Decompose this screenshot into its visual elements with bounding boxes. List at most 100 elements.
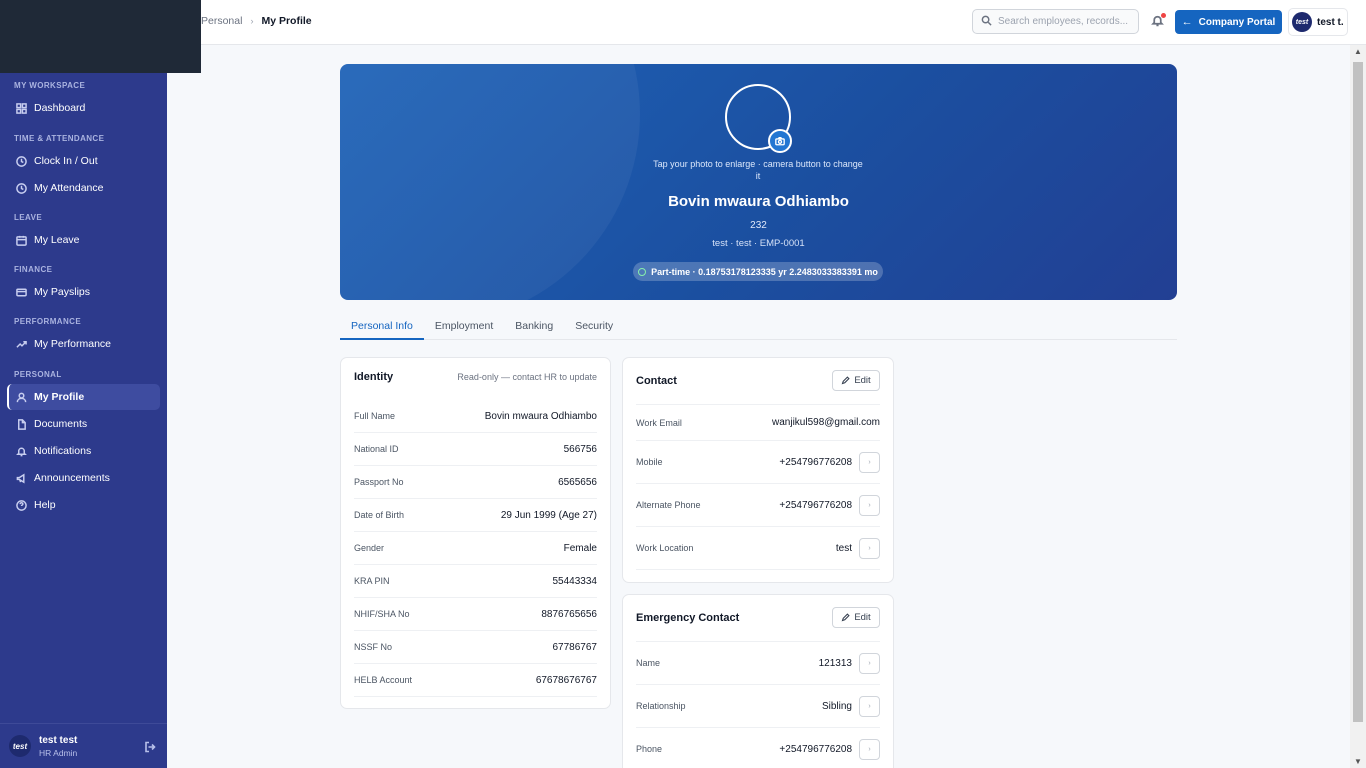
edit-field-button[interactable]: ›: [859, 451, 880, 473]
sidebar-item-my-payslips[interactable]: My Payslips: [7, 279, 160, 305]
table-row: Gender Female: [354, 532, 597, 565]
section-label-personal: PERSONAL: [14, 370, 62, 379]
logout-icon[interactable]: [144, 740, 156, 753]
card-title: Contact: [636, 374, 677, 387]
scroll-up-icon[interactable]: ▲: [1354, 47, 1362, 56]
account-name: test t.: [1317, 16, 1344, 28]
table-row: Work Email wanjikul598@gmail.com: [636, 405, 880, 441]
table-row: Passport No 6565656: [354, 466, 597, 499]
section-label-workspace: MY WORKSPACE: [14, 81, 86, 90]
emergency-rows: Name 121313 › Relationship Sibling › Phone +2…: [636, 641, 880, 768]
grid-icon: [15, 102, 27, 114]
sidebar-item-my-profile[interactable]: My Profile: [7, 384, 160, 410]
sidebar-logo-area: [0, 0, 201, 73]
tab-banking[interactable]: Banking: [504, 314, 564, 340]
sidebar-item-documents[interactable]: Documents: [7, 411, 160, 437]
user-name: test test: [39, 734, 78, 746]
table-row: National ID 566756: [354, 433, 597, 466]
search-box[interactable]: [972, 9, 1139, 34]
scroll-down-icon[interactable]: ▼: [1354, 757, 1362, 766]
table-row: Relationship Sibling ›: [636, 685, 880, 728]
search-input[interactable]: [998, 16, 1133, 27]
chevron-right-icon: ›: [250, 16, 254, 26]
sidebar-user: test test test HR Admin: [0, 723, 167, 768]
megaphone-icon: [15, 472, 27, 484]
pencil-icon: [841, 376, 850, 385]
sidebar-item-label: Dashboard: [34, 102, 86, 114]
section-label-finance: FINANCE: [14, 265, 53, 274]
topbar: Personal › My Profile ← Company Portal t…: [167, 0, 1366, 45]
sidebar-nav: MY WORKSPACE Dashboard TIME & ATTENDANCE…: [0, 80, 167, 518]
edit-field-button[interactable]: ›: [859, 652, 880, 674]
calendar-icon: [15, 234, 27, 246]
contact-rows: Work Email wanjikul598@gmail.com Mobile +2…: [636, 404, 880, 570]
sidebar-item-my-attendance[interactable]: My Attendance: [7, 175, 160, 201]
notification-dot: [1161, 13, 1166, 18]
sidebar-item-my-performance[interactable]: My Performance: [7, 331, 160, 357]
emergency-contact-card: Emergency Contact Edit Name 121313 › Relat…: [622, 594, 894, 768]
sidebar-item-label: My Payslips: [34, 286, 91, 298]
sidebar-item-label: Documents: [34, 418, 88, 430]
account-menu[interactable]: test test t.: [1288, 8, 1348, 36]
clock-icon: [15, 155, 27, 167]
help-icon: [15, 499, 27, 511]
identity-card: Identity Read-only — contact HR to updat…: [340, 357, 611, 709]
sidebar-item-clock-in-out[interactable]: Clock In / Out: [7, 148, 160, 174]
document-icon: [15, 418, 27, 430]
table-row: NSSF No 67786767: [354, 631, 597, 664]
table-row: Date of Birth 29 Jun 1999 (Age 27): [354, 499, 597, 532]
edit-field-button[interactable]: ›: [859, 494, 880, 516]
sidebar-item-my-leave[interactable]: My Leave: [7, 227, 160, 253]
breadcrumb-parent[interactable]: Personal: [201, 15, 242, 27]
breadcrumb: Personal › My Profile: [201, 15, 312, 27]
user-role: HR Admin: [39, 747, 78, 758]
section-label-leave: LEAVE: [14, 213, 43, 222]
sidebar: MY WORKSPACE Dashboard TIME & ATTENDANCE…: [0, 0, 167, 768]
sidebar-item-notifications[interactable]: Notifications: [7, 438, 160, 464]
camera-icon[interactable]: [768, 129, 792, 153]
sidebar-item-dashboard[interactable]: Dashboard: [7, 95, 160, 121]
user-icon: [15, 391, 27, 403]
employment-badge-text: Part-time · 0.18753178123335 yr 2.248303…: [651, 266, 878, 277]
sidebar-item-announcements[interactable]: Announcements: [7, 465, 160, 491]
scroll-thumb[interactable]: [1353, 62, 1363, 722]
profile-tabs: Personal Info Employment Banking Securit…: [340, 314, 1177, 340]
sidebar-item-label: Notifications: [34, 445, 92, 457]
sidebar-item-label: My Performance: [34, 338, 112, 350]
employee-number: 232: [750, 220, 767, 231]
sidebar-item-help[interactable]: Help: [7, 492, 160, 518]
tab-employment[interactable]: Employment: [424, 314, 504, 340]
company-portal-button[interactable]: ← Company Portal: [1175, 10, 1282, 34]
edit-emergency-button[interactable]: Edit: [832, 607, 880, 628]
breadcrumb-current: My Profile: [261, 15, 312, 27]
table-row: Full Name Bovin mwaura Odhiambo: [354, 400, 597, 433]
table-row: HELB Account 67678676767: [354, 664, 597, 697]
tab-personal-info[interactable]: Personal Info: [340, 314, 424, 340]
trend-icon: [15, 338, 27, 350]
contact-card: Contact Edit Work Email wanjikul598@gmail…: [622, 357, 894, 583]
card-icon: [15, 286, 27, 298]
profile-hero: Tap your photo to enlarge · camera butto…: [340, 64, 1177, 300]
edit-field-button[interactable]: ›: [859, 738, 880, 760]
notifications-bell-icon[interactable]: [1151, 13, 1166, 28]
avatar: test: [1292, 12, 1312, 32]
scrollbar[interactable]: ▲ ▼: [1350, 45, 1366, 768]
employment-badge: Part-time · 0.18753178123335 yr 2.248303…: [633, 262, 883, 281]
sidebar-item-label: Clock In / Out: [34, 155, 98, 167]
edit-contact-button[interactable]: Edit: [832, 370, 880, 391]
sidebar-item-label: My Attendance: [34, 182, 104, 194]
table-row: KRA PIN 55443334: [354, 565, 597, 598]
bell-icon: [15, 445, 27, 457]
edit-field-button[interactable]: ›: [859, 695, 880, 717]
read-only-note: Read-only — contact HR to update: [457, 372, 597, 382]
section-label-performance: PERFORMANCE: [14, 317, 82, 326]
sidebar-item-label: My Profile: [34, 391, 85, 403]
employee-meta: test · test · EMP-0001: [712, 238, 805, 249]
edit-field-button[interactable]: ›: [859, 537, 880, 559]
table-row: Mobile +254796776208 ›: [636, 441, 880, 484]
tab-security[interactable]: Security: [564, 314, 624, 340]
avatar: test: [9, 735, 31, 757]
photo-hint: Tap your photo to enlarge · camera butto…: [653, 159, 863, 181]
arrow-left-icon: ←: [1181, 16, 1193, 28]
check-circle-icon: [638, 267, 647, 276]
